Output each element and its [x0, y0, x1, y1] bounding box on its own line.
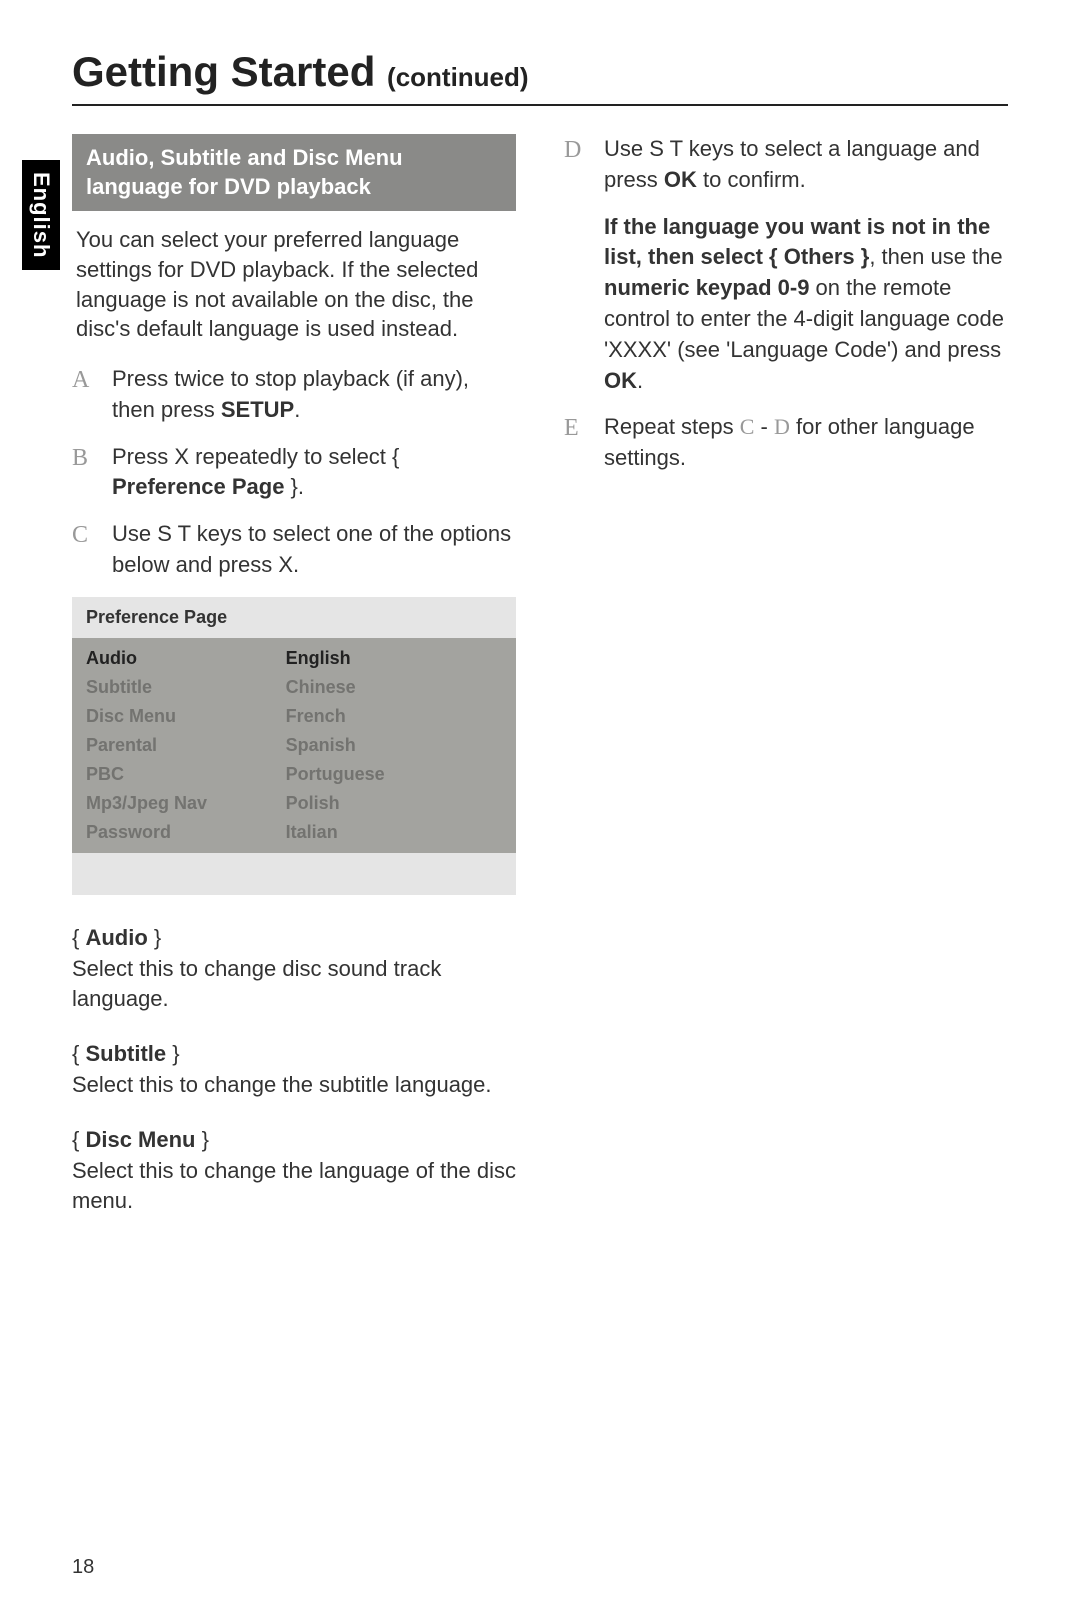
pref-row-key: Mp3/Jpeg Nav [86, 793, 286, 814]
step-letter [564, 212, 590, 397]
pref-table-title: Preference Page [72, 597, 516, 638]
heading-sub: (continued) [387, 62, 529, 92]
step-text: Repeat steps C - D for other language se… [604, 412, 1008, 474]
step-item: If the language you want is not in the l… [564, 212, 1008, 397]
option-desc: Select this to change disc sound track l… [72, 954, 516, 1016]
step-letter: D [564, 134, 590, 196]
intro-text: You can select your preferred language s… [72, 225, 516, 344]
left-column: Audio, Subtitle and Disc Menu language f… [72, 134, 516, 1241]
step-item: CUse S T keys to select one of the optio… [72, 519, 516, 581]
step-item: DUse S T keys to select a language and p… [564, 134, 1008, 196]
pref-row-key: Subtitle [86, 677, 286, 698]
option-name: { Subtitle } [72, 1039, 516, 1070]
pref-row-key: Parental [86, 735, 286, 756]
pref-table-body: AudioEnglishSubtitleChineseDisc MenuFren… [72, 638, 516, 853]
option-name: { Disc Menu } [72, 1125, 516, 1156]
step-letter: C [72, 519, 98, 581]
pref-row: PasswordItalian [72, 818, 516, 847]
pref-table-footer [72, 853, 516, 895]
step-letter: A [72, 364, 98, 426]
step-letter: B [72, 442, 98, 504]
page-heading: Getting Started (continued) [72, 48, 1008, 106]
right-column: DUse S T keys to select a language and p… [564, 134, 1008, 1241]
language-tab: English [22, 160, 60, 270]
pref-row-value: Polish [286, 793, 502, 814]
option-block: { Audio }Select this to change disc soun… [72, 923, 516, 1015]
pref-row: ParentalSpanish [72, 731, 516, 760]
option-desc: Select this to change the language of th… [72, 1156, 516, 1218]
pref-row: PBCPortuguese [72, 760, 516, 789]
steps-right: DUse S T keys to select a language and p… [564, 134, 1008, 474]
step-text: Press twice to stop playback (if any), t… [112, 364, 516, 426]
pref-row-key: Audio [86, 648, 286, 669]
section-header: Audio, Subtitle and Disc Menu language f… [72, 134, 516, 211]
step-item: APress twice to stop playback (if any), … [72, 364, 516, 426]
heading-main: Getting Started [72, 48, 375, 95]
pref-row-key: Password [86, 822, 286, 843]
option-block: { Subtitle }Select this to change the su… [72, 1039, 516, 1101]
pref-row: Mp3/Jpeg NavPolish [72, 789, 516, 818]
step-item: BPress X repeatedly to select { Preferen… [72, 442, 516, 504]
pref-row-value: French [286, 706, 502, 727]
page-number: 18 [72, 1556, 94, 1579]
pref-row-value: Spanish [286, 735, 502, 756]
option-name: { Audio } [72, 923, 516, 954]
step-letter: E [564, 412, 590, 474]
step-text: Press X repeatedly to select { Preferenc… [112, 442, 516, 504]
pref-row-key: Disc Menu [86, 706, 286, 727]
step-text: If the language you want is not in the l… [604, 212, 1008, 397]
step-text: Use S T keys to select a language and pr… [604, 134, 1008, 196]
steps-left: APress twice to stop playback (if any), … [72, 364, 516, 581]
step-text: Use S T keys to select one of the option… [112, 519, 516, 581]
pref-row-key: PBC [86, 764, 286, 785]
option-desc: Select this to change the subtitle langu… [72, 1070, 516, 1101]
pref-row: Disc MenuFrench [72, 702, 516, 731]
option-block: { Disc Menu }Select this to change the l… [72, 1125, 516, 1217]
step-item: ERepeat steps C - D for other language s… [564, 412, 1008, 474]
pref-row-value: Italian [286, 822, 502, 843]
pref-row: SubtitleChinese [72, 673, 516, 702]
pref-row: AudioEnglish [72, 644, 516, 673]
preference-table: Preference Page AudioEnglishSubtitleChin… [72, 597, 516, 895]
options-list: { Audio }Select this to change disc soun… [72, 923, 516, 1217]
pref-row-value: English [286, 648, 502, 669]
pref-row-value: Portuguese [286, 764, 502, 785]
pref-row-value: Chinese [286, 677, 502, 698]
content-columns: Audio, Subtitle and Disc Menu language f… [72, 134, 1008, 1241]
manual-page: English Getting Started (continued) Audi… [0, 0, 1080, 1619]
